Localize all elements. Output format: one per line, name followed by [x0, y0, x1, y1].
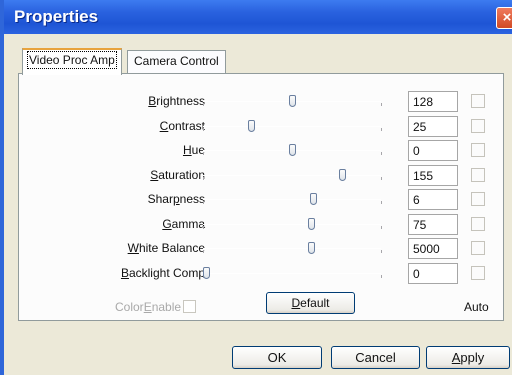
close-button[interactable]: × — [496, 7, 512, 29]
contrast-slider-track[interactable] — [203, 125, 381, 127]
slider-tick — [203, 152, 204, 155]
ok-button[interactable]: OK — [232, 346, 322, 369]
slider-tick — [203, 225, 204, 229]
brightness-label: Brightness — [148, 94, 205, 108]
sharpness-slider-track[interactable] — [203, 199, 381, 200]
contrast-label: Contrast — [159, 118, 205, 133]
slider-tick — [381, 201, 382, 204]
saturation-label: Saturation — [150, 167, 205, 182]
video-proc-amp-panel: Brightness 128 Contrast 25 Hue 0 Saturation 155… — [18, 73, 504, 321]
backlight-comp-auto-checkbox[interactable] — [471, 265, 485, 280]
slider-tick — [381, 274, 382, 278]
auto-column-label: Auto — [464, 300, 489, 314]
tab-label: Video Proc Amp — [27, 51, 117, 69]
slider-tick — [203, 103, 204, 106]
sharpness-slider-thumb[interactable] — [309, 193, 317, 205]
tab-video-proc-amp[interactable]: Video Proc Amp — [22, 48, 122, 75]
slider-tick — [381, 103, 382, 106]
control-row-hue: Hue 0 — [19, 139, 505, 163]
slider-tick — [381, 225, 382, 229]
contrast-auto-checkbox[interactable] — [471, 118, 485, 133]
brightness-value-field[interactable]: 128 — [408, 91, 458, 112]
saturation-slider-thumb[interactable] — [338, 168, 346, 181]
control-row-gamma: Gamma 75 — [19, 213, 505, 237]
slider-tick — [381, 250, 382, 253]
color-enable-label: ColorEnable — [115, 300, 182, 314]
gamma-slider-thumb[interactable] — [307, 217, 315, 230]
control-row-brightness: Brightness 128 — [19, 90, 505, 114]
hue-auto-checkbox[interactable] — [471, 143, 485, 157]
sharpness-label: Sharpness — [147, 192, 205, 206]
gamma-value-field[interactable]: 75 — [408, 213, 458, 235]
control-row-saturation: Saturation 155 — [19, 164, 505, 188]
contrast-value-field[interactable]: 25 — [408, 115, 458, 137]
slider-tick — [203, 127, 204, 131]
saturation-slider-track[interactable] — [203, 174, 381, 176]
white-balance-value-field[interactable]: 5000 — [408, 238, 458, 259]
window-title: Properties — [14, 7, 99, 26]
gamma-label: Gamma — [162, 216, 205, 231]
gamma-slider-track[interactable] — [203, 223, 381, 225]
white-balance-auto-checkbox[interactable] — [471, 241, 485, 255]
cancel-button[interactable]: Cancel — [331, 346, 420, 369]
title-bar[interactable]: Properties × — [4, 0, 512, 34]
close-icon: × — [502, 9, 512, 26]
saturation-value-field[interactable]: 155 — [408, 164, 458, 186]
control-row-white-balance: White Balance 5000 — [19, 237, 505, 261]
tab-label: Camera Control — [134, 54, 219, 68]
white-balance-slider-thumb[interactable] — [307, 242, 315, 254]
color-enable-checkbox — [183, 300, 197, 313]
backlight-comp-value-field[interactable]: 0 — [408, 262, 458, 284]
backlight-comp-slider-track[interactable] — [203, 272, 381, 274]
backlight-comp-label: Backlight Comp — [120, 265, 205, 280]
white-balance-label: White Balance — [127, 241, 205, 255]
hue-slider-thumb[interactable] — [289, 144, 296, 156]
slider-tick — [381, 176, 382, 180]
slider-tick — [203, 201, 204, 204]
backlight-comp-slider-thumb[interactable] — [203, 266, 210, 279]
color-enable-control: ColorEnable — [115, 300, 197, 314]
control-row-contrast: Contrast 25 — [19, 115, 505, 139]
slider-tick — [381, 127, 382, 131]
slider-tick — [381, 152, 382, 155]
brightness-auto-checkbox[interactable] — [471, 94, 485, 108]
control-row-backlight-comp: Backlight Comp 0 — [19, 262, 505, 286]
sharpness-auto-checkbox[interactable] — [471, 192, 485, 206]
white-balance-slider-track[interactable] — [203, 248, 381, 249]
brightness-slider-thumb[interactable] — [289, 95, 296, 107]
control-row-sharpness: Sharpness 6 — [19, 188, 505, 212]
default-button[interactable]: Default — [266, 292, 355, 314]
saturation-auto-checkbox[interactable] — [471, 167, 485, 182]
tab-camera-control[interactable]: Camera Control — [127, 50, 226, 73]
hue-value-field[interactable]: 0 — [408, 140, 458, 161]
hue-label: Hue — [182, 143, 205, 157]
sharpness-value-field[interactable]: 6 — [408, 189, 458, 210]
apply-button[interactable]: Apply — [426, 346, 510, 369]
gamma-auto-checkbox[interactable] — [471, 216, 485, 231]
contrast-slider-thumb[interactable] — [247, 119, 255, 132]
slider-tick — [203, 176, 204, 180]
slider-tick — [203, 250, 204, 253]
